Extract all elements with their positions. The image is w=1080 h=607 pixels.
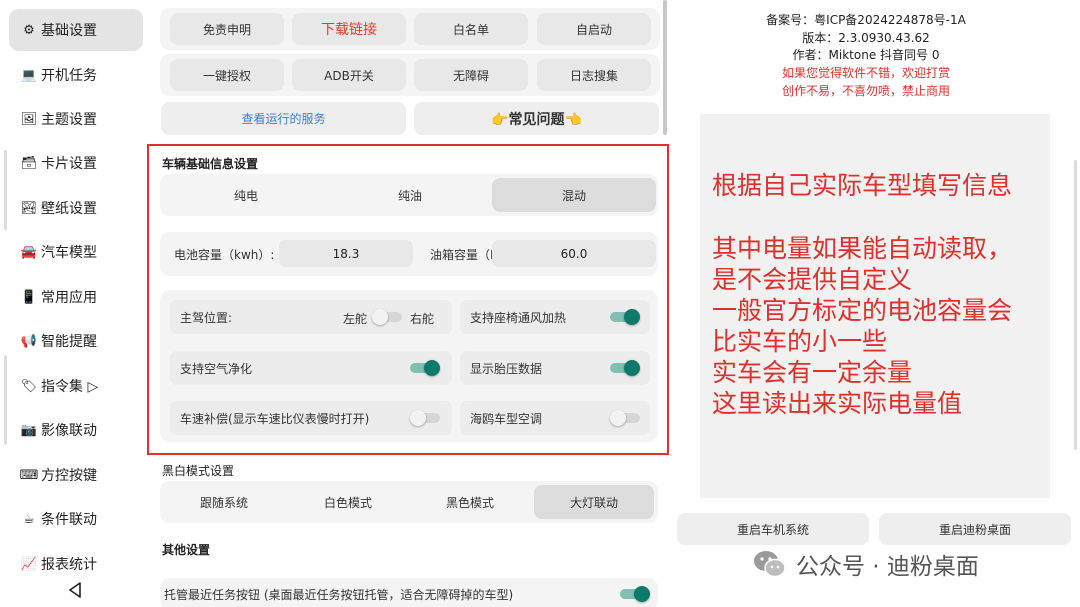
version-text: 版本：2.3.0930.43.62 (802, 31, 930, 45)
recent-task-takeover-row: 托管最近任务按钮 (桌面最近任务按钮托管，适合无障碍掉的车型) (160, 578, 658, 607)
faq-button[interactable]: 👉常见问题👈 (414, 102, 659, 135)
sidebar-item-11[interactable]: ☕ 条件联动 (9, 498, 143, 540)
highlight-frame (147, 144, 669, 455)
annotation-panel: 根据自己实际车型填写信息 其中电量如果能自动读取， 是不会提供自定义 一般官方标定的电… (700, 114, 1050, 498)
watermark-text: 公众号 · 迪粉桌面 (796, 554, 979, 580)
adb-switch-button[interactable]: ADB开关 (292, 59, 406, 91)
bw-mode-white[interactable]: 白色模式 (288, 485, 408, 519)
sidebar-item-label: 常用应用 (41, 290, 97, 306)
sidebar-item-9[interactable]: 📷 影像联动 (9, 409, 143, 451)
sidebar-item-label: 智能提醒 (41, 334, 97, 350)
sidebar-item-10[interactable]: ⌨ 方控按键 (9, 454, 143, 496)
sidebar-item-4[interactable]: 🏞 壁纸设置 (9, 187, 143, 229)
donate-tip: 如果您觉得软件不错，欢迎打赏 (781, 66, 950, 80)
bw-mode-follow-system[interactable]: 跟随系统 (164, 485, 284, 519)
collect-logs-button[interactable]: 日志搜集 (537, 59, 651, 91)
sidebar-item-8[interactable]: 🏷 指令集 ▷ (9, 365, 143, 407)
sidebar-item-label: 方控按键 (41, 468, 97, 484)
sidebar-item-label: 基础设置 (41, 23, 97, 39)
sidebar-item-7[interactable]: 📢 智能提醒 (9, 320, 143, 362)
one-click-auth-button[interactable]: 一键授权 (170, 59, 284, 91)
quick-actions-row-2: 一键授权 ADB开关 无障碍 日志搜集 (160, 54, 660, 96)
card-box-icon: 🗃 (20, 155, 38, 171)
chart-icon: 📈 (20, 556, 38, 572)
theme-icon: 🖼 (20, 111, 38, 127)
right-scroll-indicator (1074, 160, 1077, 450)
sidebar-item-6[interactable]: 📱 常用应用 (9, 276, 143, 318)
phone-icon: 📱 (20, 289, 38, 305)
car-icon: 🚘 (20, 244, 38, 260)
tag-icon: 🏷 (20, 378, 38, 394)
other-settings-title: 其他设置 (162, 543, 211, 557)
annotation-line: 这里读出来实际电量值 (712, 389, 963, 418)
sidebar-item-3[interactable]: 🗃 卡片设置 (9, 142, 143, 184)
bw-mode-headlight-link[interactable]: 大灯联动 (534, 485, 654, 519)
camera-icon: 📷 (20, 422, 38, 438)
keyboard-icon: ⌨ (19, 467, 39, 483)
sidebar-item-label: 指令集 ▷ (41, 379, 99, 395)
notice-tip: 创作不易，不喜勿喷，禁止商用 (781, 84, 950, 98)
recent-task-takeover-switch[interactable] (620, 586, 650, 602)
sidebar-scroll-indicator (4, 150, 7, 230)
sidebar-item-label: 开机任务 (41, 68, 97, 84)
coffee-icon: ☕ (23, 511, 35, 527)
autostart-button[interactable]: 自启动 (537, 13, 651, 45)
back-icon[interactable] (66, 580, 84, 600)
sidebar-item-label: 汽车模型 (41, 245, 97, 261)
watermark: 公众号 · 迪粉桌面 (752, 547, 979, 581)
sidebar-scroll-indicator (4, 355, 7, 445)
sidebar-item-label: 主题设置 (41, 112, 97, 128)
wallpaper-icon: 🏞 (20, 200, 38, 216)
record-number: 备案号：粤ICP备2024224878号-1A (766, 13, 966, 27)
bw-mode-black[interactable]: 黑色模式 (410, 485, 530, 519)
disclaimer-button[interactable]: 免责申明 (170, 13, 284, 45)
restart-system-button[interactable]: 重启车机系统 (677, 513, 869, 545)
sidebar-item-5[interactable]: 🚘 汽车模型 (9, 231, 143, 273)
sidebar: ⚙ 基础设置 💻 开机任务 🖼 主题设置 🗃 卡片设置 🏞 壁纸设置 🚘 汽车模型 📱 常用应用 📢 智能提醒… (0, 0, 152, 607)
sidebar-item-2[interactable]: 🖼 主题设置 (9, 98, 143, 140)
annotation-line: 根据自己实际车型填写信息 (712, 171, 1013, 200)
recent-task-takeover-label: 托管最近任务按钮 (桌面最近任务按钮托管，适合无障碍掉的车型) (164, 587, 514, 602)
bw-mode-selector: 跟随系统 白色模式 黑色模式 大灯联动 (160, 481, 658, 523)
quick-actions-row-1: 免责申明 下载链接 白名单 自启动 (160, 8, 660, 50)
sidebar-item-label: 报表统计 (41, 557, 97, 573)
accessibility-button[interactable]: 无障碍 (414, 59, 528, 91)
sidebar-item-label: 条件联动 (41, 512, 97, 528)
sidebar-item-12[interactable]: 📈 报表统计 (9, 543, 143, 585)
whitelist-button[interactable]: 白名单 (414, 13, 528, 45)
restart-desktop-button[interactable]: 重启迪粉桌面 (879, 513, 1071, 545)
sidebar-item-label: 壁纸设置 (41, 201, 97, 217)
main-scrollbar[interactable] (663, 0, 667, 135)
bw-mode-title: 黑白模式设置 (162, 464, 235, 478)
sidebar-item-label: 卡片设置 (41, 156, 97, 172)
sidebar-item-label: 影像联动 (41, 423, 97, 439)
gear-icon: ⚙ (23, 22, 35, 38)
megaphone-icon: 📢 (20, 333, 38, 349)
sidebar-item-1[interactable]: 💻 开机任务 (9, 54, 143, 96)
download-link-button[interactable]: 下载链接 (292, 13, 406, 45)
sidebar-item-0[interactable]: ⚙ 基础设置 (9, 9, 143, 51)
author-text: 作者：Miktone 抖音同号 0 (792, 48, 940, 62)
wechat-icon (754, 551, 786, 578)
view-services-button[interactable]: 查看运行的服务 (161, 102, 406, 135)
laptop-icon: 💻 (20, 67, 38, 83)
